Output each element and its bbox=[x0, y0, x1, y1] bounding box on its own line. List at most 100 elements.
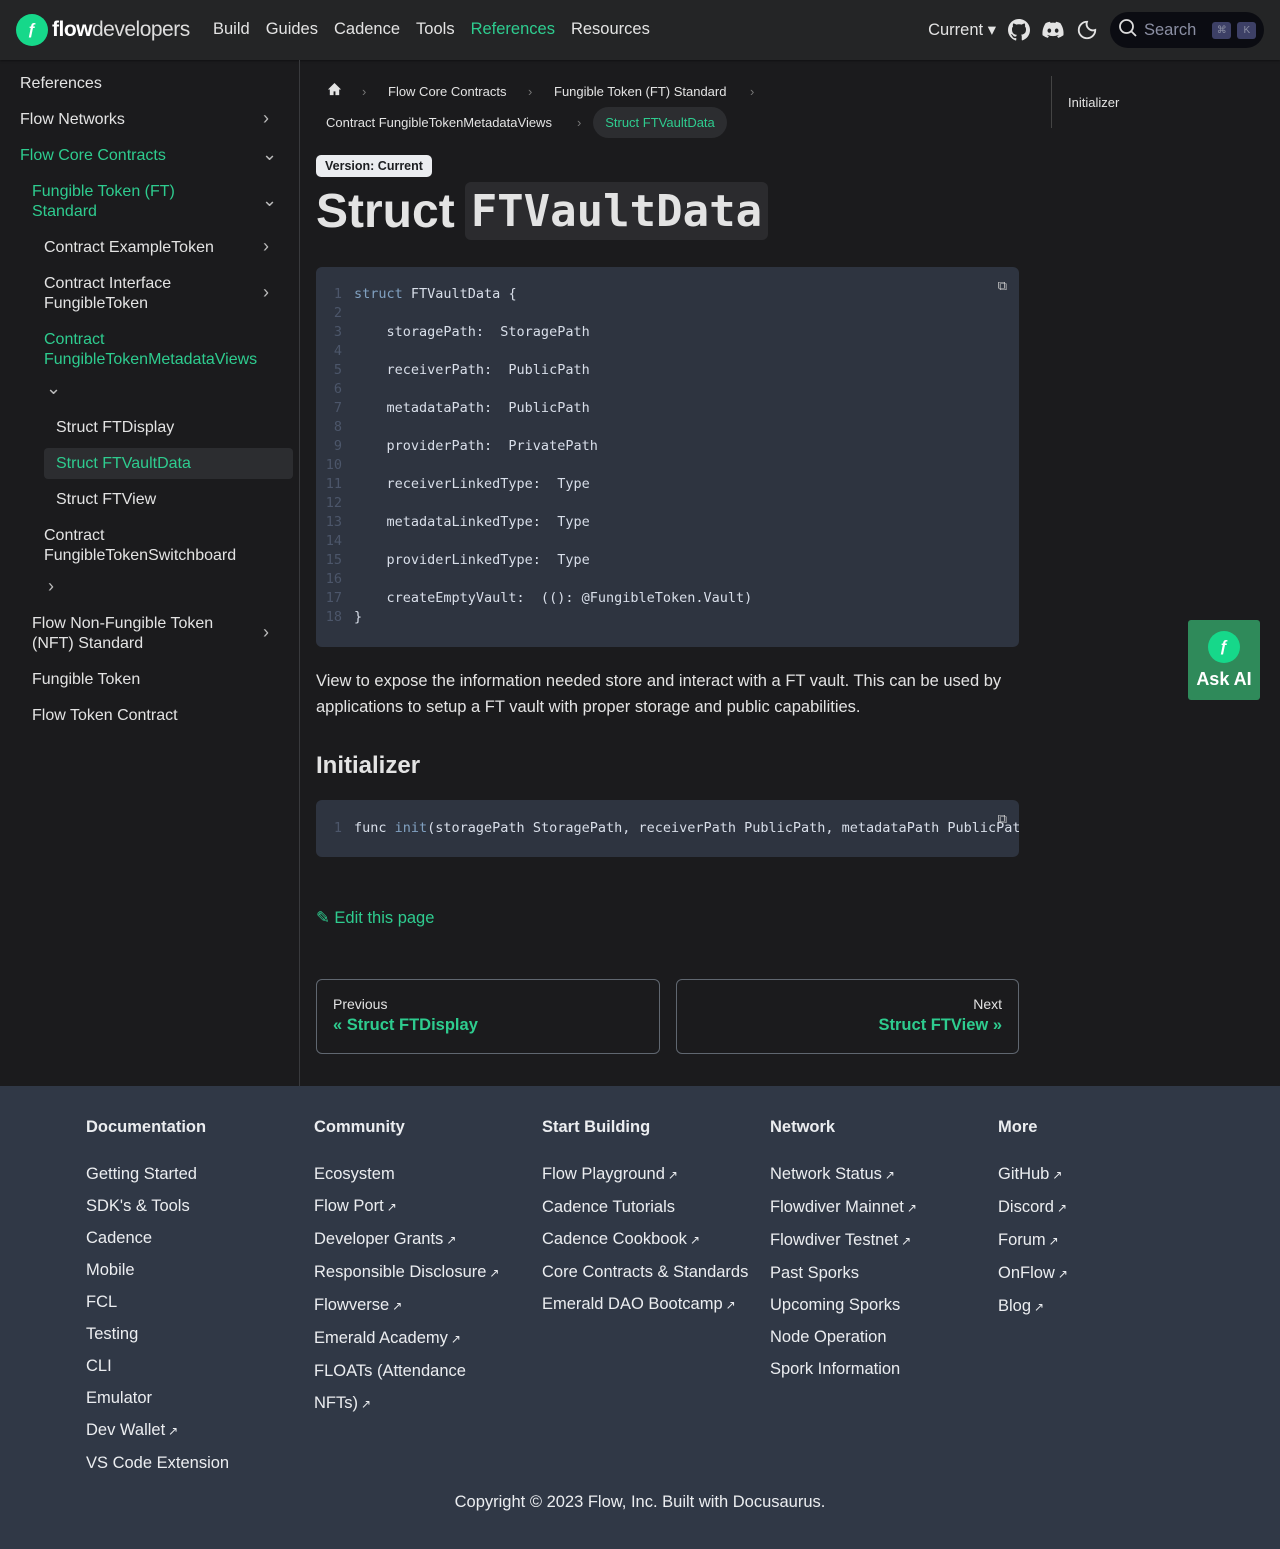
footer-link[interactable]: Responsible Disclosure ↗ bbox=[314, 1256, 524, 1289]
pager-previous[interactable]: Previous « Struct FTDisplay bbox=[316, 979, 660, 1054]
footer-link[interactable]: Getting Started bbox=[86, 1158, 296, 1190]
code-line: 2 bbox=[316, 305, 354, 324]
chevron-down-icon[interactable]: ⌄ bbox=[262, 144, 277, 165]
chevron-right-icon[interactable]: › bbox=[263, 108, 269, 129]
nav-guides[interactable]: Guides bbox=[258, 20, 326, 39]
chevron-right-icon[interactable]: › bbox=[263, 622, 269, 643]
dark-mode-toggle-icon[interactable] bbox=[1076, 19, 1098, 41]
footer-heading: Start Building bbox=[542, 1118, 651, 1136]
sidebar-item-ft-view[interactable]: Struct FTView bbox=[56, 490, 156, 510]
footer-link[interactable]: Testing bbox=[86, 1318, 296, 1350]
footer-link[interactable]: FLOATs (Attendance NFTs) ↗ bbox=[314, 1355, 524, 1420]
pager-prev-label: « Struct FTDisplay bbox=[333, 1016, 478, 1034]
pager-next[interactable]: Next Struct FTView » bbox=[676, 979, 1019, 1054]
sidebar-item-ft-display[interactable]: Struct FTDisplay bbox=[56, 418, 174, 438]
code-keyword: func bbox=[354, 820, 395, 836]
line-number: 7 bbox=[333, 400, 342, 416]
footer-link[interactable]: GitHub ↗ bbox=[998, 1158, 1208, 1191]
logo[interactable]: ƒ flow developers bbox=[16, 14, 190, 46]
breadcrumb-item[interactable]: Flow Core Contracts bbox=[388, 84, 506, 99]
footer-link[interactable]: Cadence Cookbook ↗ bbox=[542, 1223, 752, 1256]
footer-link[interactable]: FCL bbox=[86, 1286, 296, 1318]
footer-link[interactable]: Emerald Academy ↗ bbox=[314, 1322, 524, 1355]
footer-link[interactable]: OnFlow ↗ bbox=[998, 1257, 1208, 1290]
github-icon[interactable] bbox=[1008, 19, 1030, 41]
footer-link[interactable]: Spork Information bbox=[770, 1353, 980, 1385]
nav-references[interactable]: References bbox=[463, 20, 563, 39]
sidebar-item-ft-metadata-views[interactable]: Contract FungibleTokenMetadataViews bbox=[44, 330, 274, 370]
logo-text: flow bbox=[52, 18, 93, 41]
line-number: 15 bbox=[325, 552, 342, 568]
external-link-icon: ↗ bbox=[901, 1234, 912, 1248]
footer-link-label: Cadence bbox=[86, 1229, 153, 1247]
footer-link[interactable]: Emulator bbox=[86, 1382, 296, 1414]
footer-link[interactable]: Upcoming Sporks bbox=[770, 1289, 980, 1321]
sidebar-item-nft-standard[interactable]: Flow Non-Fungible Token (NFT) Standard bbox=[32, 614, 242, 654]
footer-link[interactable]: Past Sporks bbox=[770, 1257, 980, 1289]
sidebar-item-flow-networks[interactable]: Flow Networks bbox=[20, 110, 125, 130]
footer-link[interactable]: Ecosystem bbox=[314, 1158, 524, 1190]
chevron-right-icon[interactable]: › bbox=[48, 576, 54, 597]
footer-link[interactable]: Network Status ↗ bbox=[770, 1158, 980, 1191]
breadcrumb-item[interactable]: Contract FungibleTokenMetadataViews bbox=[326, 115, 552, 130]
footer-link[interactable]: Flow Port ↗ bbox=[314, 1190, 524, 1223]
sidebar-item-flow-core-contracts[interactable]: Flow Core Contracts bbox=[20, 146, 166, 166]
nav-cadence[interactable]: Cadence bbox=[326, 20, 408, 39]
discord-icon[interactable] bbox=[1042, 19, 1064, 41]
chevron-down-icon[interactable]: ⌄ bbox=[262, 190, 277, 211]
caret-down-icon: ▾ bbox=[987, 21, 996, 39]
footer-link[interactable]: Blog ↗ bbox=[998, 1290, 1208, 1323]
nav-build[interactable]: Build bbox=[205, 20, 258, 39]
footer-link[interactable]: Flow Playground ↗ bbox=[542, 1158, 752, 1191]
breadcrumb-current: Struct FTVaultData bbox=[593, 107, 727, 138]
footer-link[interactable]: Emerald DAO Bootcamp ↗ bbox=[542, 1288, 752, 1321]
copy-icon[interactable]: ⧉ bbox=[998, 812, 1007, 827]
footer-link[interactable]: Node Operation bbox=[770, 1321, 980, 1353]
edit-page-link[interactable]: ✎ Edit this page bbox=[316, 908, 434, 928]
footer-link[interactable]: Core Contracts & Standards bbox=[542, 1256, 752, 1288]
footer-link[interactable]: Mobile bbox=[86, 1254, 296, 1286]
footer-link[interactable]: Forum ↗ bbox=[998, 1224, 1208, 1257]
ask-ai-button[interactable]: ƒ Ask AI bbox=[1188, 620, 1260, 700]
chevron-down-icon[interactable]: ⌄ bbox=[46, 378, 61, 399]
nav-resources[interactable]: Resources bbox=[563, 20, 658, 39]
sidebar-item-ft-switchboard[interactable]: Contract FungibleTokenSwitchboard bbox=[44, 526, 254, 566]
footer-link[interactable]: VS Code Extension bbox=[86, 1447, 296, 1479]
code-line: 17 createEmptyVault: ((): @FungibleToken… bbox=[316, 590, 753, 609]
search-button[interactable]: Search ⌘ K bbox=[1110, 12, 1264, 48]
footer-link[interactable]: SDK's & Tools bbox=[86, 1190, 296, 1222]
sidebar-item-fungible-token[interactable]: Fungible Token bbox=[32, 670, 140, 690]
footer-link[interactable]: Flowdiver Testnet ↗ bbox=[770, 1224, 980, 1257]
sidebar-item-ft-standard[interactable]: Fungible Token (FT) Standard bbox=[32, 182, 222, 222]
sidebar-item-ft-vault-data[interactable]: Struct FTVaultData bbox=[56, 454, 191, 474]
version-dropdown[interactable]: Current ▾ bbox=[928, 20, 996, 40]
footer-link[interactable]: Dev Wallet ↗ bbox=[86, 1414, 296, 1447]
sidebar-item-example-token[interactable]: Contract ExampleToken bbox=[44, 238, 214, 258]
copy-icon[interactable]: ⧉ bbox=[998, 279, 1007, 294]
version-label: Current bbox=[928, 21, 984, 39]
footer-link[interactable]: Developer Grants ↗ bbox=[314, 1223, 524, 1256]
chevron-right-icon[interactable]: › bbox=[263, 282, 269, 303]
sidebar-item-references[interactable]: References bbox=[20, 74, 102, 94]
footer-link-label: Dev Wallet bbox=[86, 1421, 166, 1439]
footer-link[interactable]: Cadence Tutorials bbox=[542, 1191, 752, 1223]
chevron-right-icon[interactable]: › bbox=[263, 236, 269, 257]
toc-item[interactable]: Initializer bbox=[1068, 95, 1119, 110]
footer-link[interactable]: Flowverse ↗ bbox=[314, 1289, 524, 1322]
sidebar-item-interface-ft[interactable]: Contract Interface FungibleToken bbox=[44, 274, 204, 314]
code-text: metadataPath: PublicPath bbox=[354, 400, 590, 416]
footer-link[interactable]: CLI bbox=[86, 1350, 296, 1382]
home-icon[interactable] bbox=[327, 82, 342, 100]
breadcrumb-item[interactable]: Fungible Token (FT) Standard bbox=[554, 84, 726, 99]
sidebar-item-flow-token[interactable]: Flow Token Contract bbox=[32, 706, 178, 720]
footer-link[interactable]: Flowdiver Mainnet ↗ bbox=[770, 1191, 980, 1224]
nav-tools[interactable]: Tools bbox=[408, 20, 463, 39]
line-number: 3 bbox=[333, 324, 342, 340]
footer-link-label: GitHub bbox=[998, 1165, 1050, 1183]
edit-label: Edit this page bbox=[334, 909, 435, 927]
ask-ai-label: Ask AI bbox=[1196, 668, 1252, 689]
footer-link[interactable]: Discord ↗ bbox=[998, 1191, 1208, 1224]
footer-link[interactable]: Cadence bbox=[86, 1222, 296, 1254]
external-link-icon: ↗ bbox=[386, 1200, 397, 1214]
kbd-k: K bbox=[1237, 21, 1257, 39]
